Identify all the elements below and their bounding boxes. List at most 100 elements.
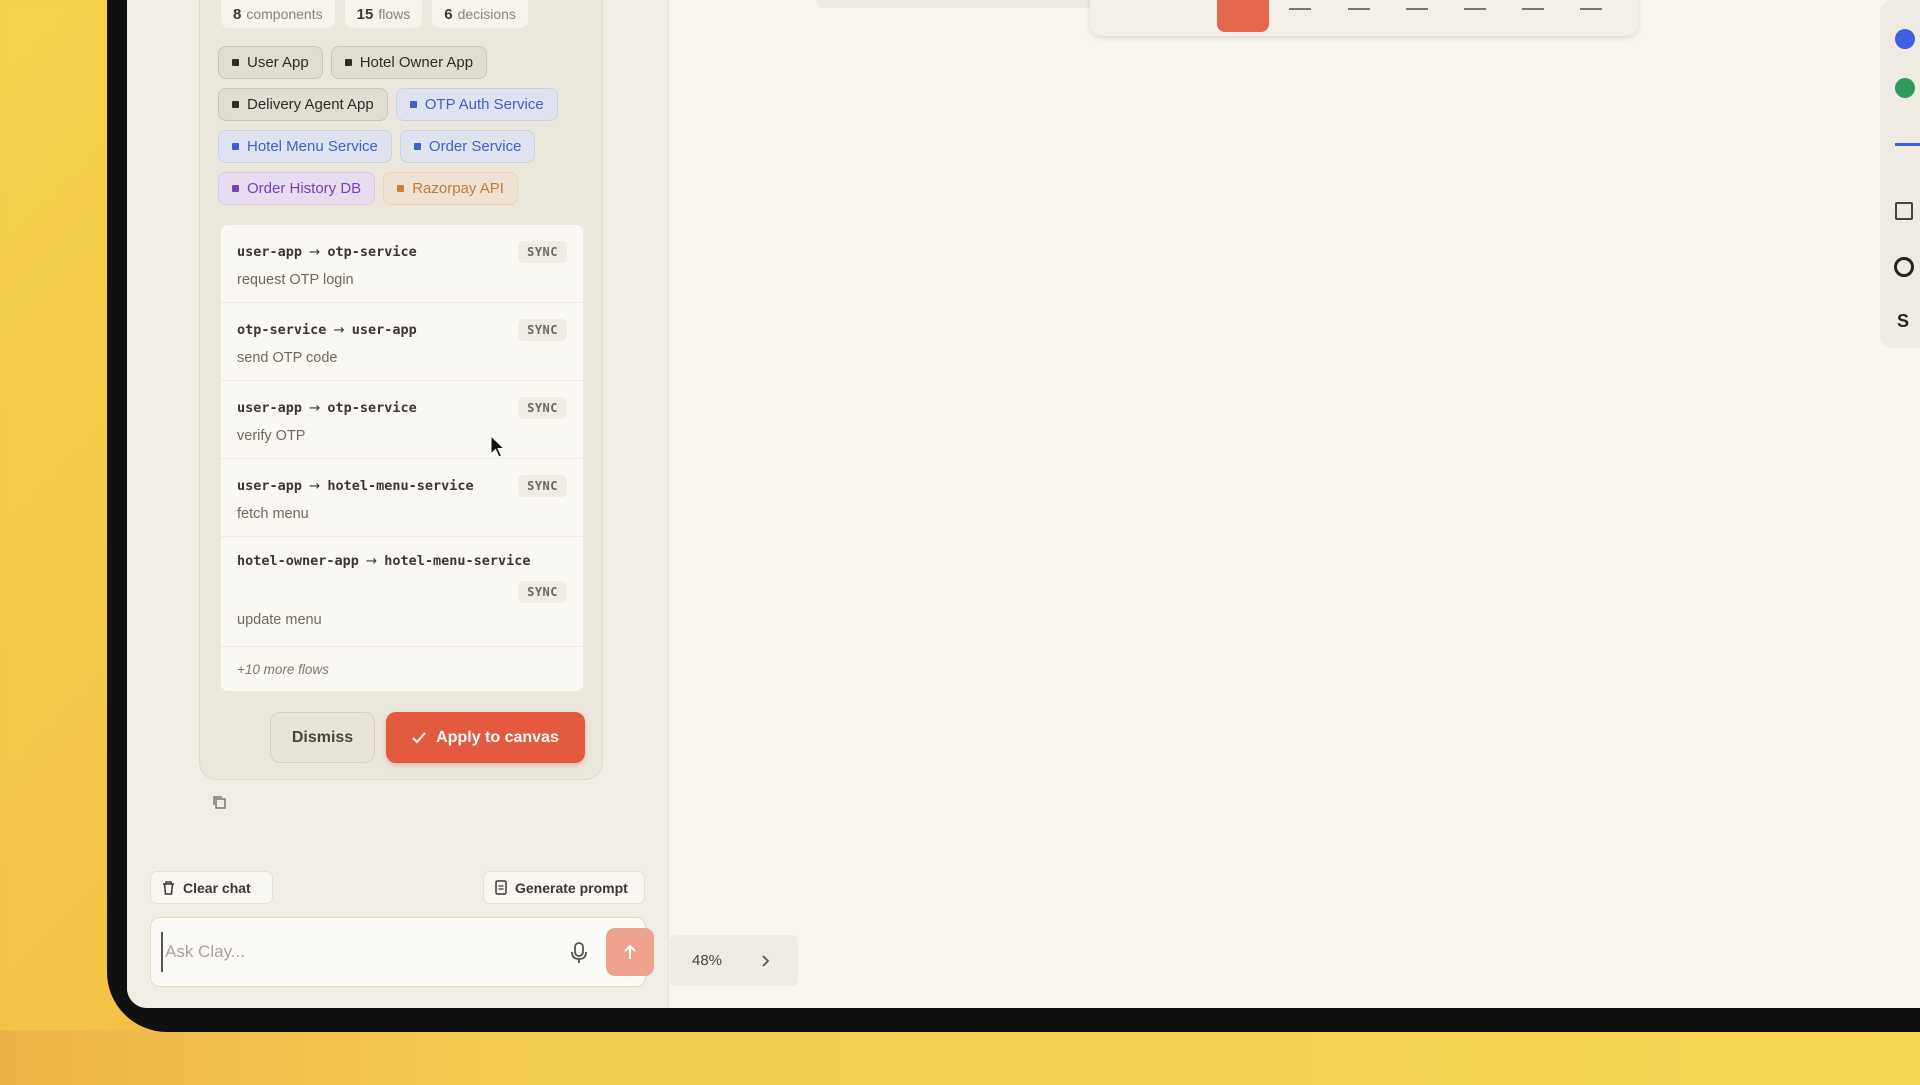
chat-panel: 8 components 15 flows 6 decisions User App … bbox=[127, 0, 669, 1008]
stat-value: 6 bbox=[444, 5, 453, 23]
arrow-tool-icon[interactable] bbox=[1464, 0, 1486, 10]
flow-source: user-app bbox=[237, 244, 303, 260]
flow-description: fetch menu bbox=[237, 506, 309, 522]
layers-icon[interactable] bbox=[1895, 202, 1913, 220]
copy-icon[interactable] bbox=[212, 795, 228, 811]
component-chip[interactable]: Order Service bbox=[399, 130, 536, 163]
flow-target: user-app bbox=[351, 322, 417, 338]
text-tool-icon[interactable] bbox=[1522, 0, 1544, 10]
arrow-up-icon bbox=[624, 944, 636, 959]
stroke-style-icon[interactable] bbox=[1895, 143, 1920, 146]
arrow-right-icon: → bbox=[365, 553, 378, 569]
chip-label: Order History DB bbox=[247, 180, 362, 197]
apply-label: Apply to canvas bbox=[436, 728, 559, 746]
stats-row: 8 components 15 flows 6 decisions bbox=[221, 0, 528, 28]
component-chips: User App Hotel Owner App Delivery Agent … bbox=[218, 46, 598, 214]
stat-decisions: 6 decisions bbox=[432, 0, 528, 28]
stat-label: flows bbox=[378, 6, 411, 22]
flow-path: otp-service → user-app bbox=[237, 322, 417, 338]
chevron-right-icon[interactable] bbox=[762, 954, 770, 967]
stat-value: 15 bbox=[356, 5, 374, 23]
chip-label: OTP Auth Service bbox=[424, 96, 544, 113]
flow-item: user-app → otp-service SYNC verify OTP bbox=[221, 381, 583, 459]
chip-label: Hotel Menu Service bbox=[247, 138, 378, 155]
generate-prompt-label: Generate prompt bbox=[515, 879, 628, 896]
database-dot-icon bbox=[232, 185, 239, 192]
arrow-right-icon: → bbox=[333, 322, 345, 338]
apply-to-canvas-button[interactable]: Apply to canvas bbox=[386, 712, 585, 763]
service-dot-icon bbox=[232, 143, 239, 150]
dismiss-button[interactable]: Dismiss bbox=[270, 712, 375, 763]
document-icon bbox=[495, 880, 507, 895]
flow-list: user-app → otp-service SYNC request OTP log… bbox=[220, 224, 584, 692]
flow-description: send OTP code bbox=[237, 350, 338, 366]
chip-label: Hotel Owner App bbox=[359, 54, 474, 71]
chat-input-container bbox=[150, 917, 654, 987]
mic-icon[interactable] bbox=[569, 941, 589, 965]
component-chip[interactable]: OTP Auth Service bbox=[395, 88, 558, 121]
app-dot-icon bbox=[232, 101, 239, 108]
zoom-control[interactable]: 48% bbox=[670, 935, 798, 986]
flow-target: otp-service bbox=[327, 400, 417, 416]
flow-description: request OTP login bbox=[237, 272, 354, 288]
flow-target: hotel-menu-service bbox=[327, 478, 474, 494]
zoom-level: 48% bbox=[692, 952, 723, 969]
flow-description: verify OTP bbox=[237, 428, 306, 444]
chip-label: Delivery Agent App bbox=[247, 96, 374, 113]
flow-source: hotel-owner-app bbox=[237, 553, 359, 569]
eraser-tool-icon[interactable] bbox=[1406, 0, 1428, 10]
more-flows-label: +10 more flows bbox=[237, 662, 329, 677]
component-chip[interactable]: Delivery Agent App bbox=[218, 88, 388, 121]
pen-tool-icon[interactable] bbox=[1348, 0, 1370, 10]
arrow-right-icon: → bbox=[309, 478, 321, 494]
chip-label: User App bbox=[247, 54, 309, 71]
component-chip[interactable]: Order History DB bbox=[218, 172, 376, 205]
app-dot-icon bbox=[344, 59, 352, 66]
flow-mode-badge: SYNC bbox=[518, 475, 567, 497]
generate-prompt-button[interactable]: Generate prompt bbox=[483, 871, 645, 904]
color-swatch-green[interactable] bbox=[1895, 78, 1915, 98]
color-swatch-blue[interactable] bbox=[1895, 29, 1915, 49]
chat-input[interactable] bbox=[161, 932, 511, 972]
stat-label: decisions bbox=[457, 6, 516, 22]
shape-tool-icon[interactable] bbox=[1289, 0, 1311, 10]
canvas-tab-strip bbox=[817, 0, 1092, 8]
flow-source: user-app bbox=[237, 478, 303, 494]
flow-mode-badge: SYNC bbox=[518, 581, 567, 603]
external-dot-icon bbox=[397, 185, 405, 192]
flow-path: user-app → hotel-menu-service bbox=[237, 478, 474, 494]
flow-path: user-app → otp-service bbox=[237, 244, 417, 260]
chip-label: Razorpay API bbox=[412, 180, 504, 197]
note-tool-icon[interactable] bbox=[1580, 0, 1602, 10]
trash-icon bbox=[163, 880, 174, 895]
service-dot-icon bbox=[413, 143, 421, 150]
flow-item: user-app → otp-service SYNC request OTP log… bbox=[221, 225, 583, 303]
service-dot-icon bbox=[409, 101, 417, 108]
flow-source: otp-service bbox=[237, 322, 327, 338]
component-chip[interactable]: Hotel Owner App bbox=[330, 46, 488, 79]
flow-path: hotel-owner-app → hotel-menu-service bbox=[237, 553, 567, 569]
send-button[interactable] bbox=[606, 928, 654, 976]
check-icon bbox=[412, 731, 426, 743]
flow-mode-badge: SYNC bbox=[518, 397, 567, 419]
component-chip[interactable]: User App bbox=[218, 46, 323, 79]
flow-description: update menu bbox=[237, 612, 322, 628]
flow-item: user-app → hotel-menu-service SYNC fetch me… bbox=[221, 459, 583, 537]
clear-chat-label: Clear chat bbox=[183, 879, 251, 896]
flow-target: otp-service bbox=[327, 244, 417, 260]
component-chip[interactable]: Razorpay API bbox=[383, 172, 518, 205]
stat-flows: 15 flows bbox=[344, 0, 423, 28]
flow-mode-badge: SYNC bbox=[518, 241, 567, 263]
select-tool-button[interactable] bbox=[1217, 0, 1269, 32]
canvas[interactable]: 48% bbox=[670, 0, 1920, 1008]
circle-icon[interactable] bbox=[1894, 257, 1914, 277]
app-screen: 8 components 15 flows 6 decisions User App … bbox=[127, 0, 1920, 1008]
clear-chat-button[interactable]: Clear chat bbox=[150, 871, 273, 904]
stat-label: components bbox=[246, 6, 323, 22]
arrow-right-icon: → bbox=[309, 400, 321, 416]
background-bottom bbox=[0, 1030, 1920, 1085]
flow-item: hotel-owner-app → hotel-menu-service SYNC … bbox=[221, 537, 583, 647]
size-s-icon[interactable]: S bbox=[1897, 311, 1909, 332]
component-chip[interactable]: Hotel Menu Service bbox=[218, 130, 392, 163]
drawing-toolbar bbox=[1090, 0, 1638, 36]
